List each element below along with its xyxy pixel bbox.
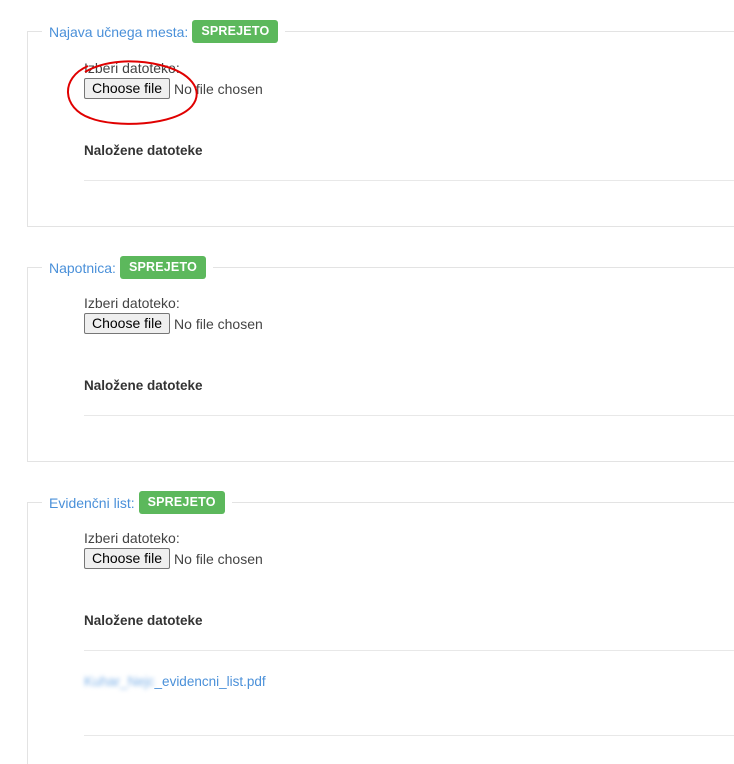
divider bbox=[84, 735, 734, 736]
filename-suffix: _evidencni_list.pdf bbox=[154, 674, 266, 689]
file-status-text: No file chosen bbox=[174, 315, 263, 332]
status-badge: SPREJETO bbox=[138, 491, 225, 514]
section-title: Najava učnega mesta: bbox=[49, 23, 189, 40]
file-input[interactable]: Choose file No file chosen bbox=[84, 78, 263, 99]
section-legend: Napotnica: SPREJETO bbox=[42, 256, 213, 279]
choose-file-button[interactable]: Choose file bbox=[84, 313, 171, 334]
uploaded-files-heading: Naložene datoteke bbox=[84, 143, 203, 158]
file-field-label: Izberi datoteko: bbox=[84, 60, 180, 76]
file-field-label: Izberi datoteko: bbox=[84, 295, 180, 311]
section-legend: Evidenčni list: SPREJETO bbox=[42, 491, 232, 514]
status-badge: SPREJETO bbox=[192, 20, 279, 43]
divider bbox=[84, 415, 734, 416]
file-status-text: No file chosen bbox=[174, 550, 263, 567]
file-field-label: Izberi datoteko: bbox=[84, 530, 180, 546]
redacted-filename-part: Kuhar_Nejc bbox=[84, 674, 155, 689]
section-napotnica: Napotnica: SPREJETO Izberi datoteko: Cho… bbox=[27, 256, 734, 462]
file-input[interactable]: Choose file No file chosen bbox=[84, 313, 263, 334]
section-title: Evidenčni list: bbox=[49, 494, 135, 511]
section-najava-ucnega-mesta: Najava učnega mesta: SPREJETO Izberi dat… bbox=[27, 20, 734, 227]
divider bbox=[84, 180, 734, 181]
choose-file-button[interactable]: Choose file bbox=[84, 548, 171, 569]
choose-file-button[interactable]: Choose file bbox=[84, 78, 171, 99]
file-input[interactable]: Choose file No file chosen bbox=[84, 548, 263, 569]
status-badge: SPREJETO bbox=[119, 256, 206, 279]
uploaded-files-heading: Naložene datoteke bbox=[84, 378, 203, 393]
file-status-text: No file chosen bbox=[174, 80, 263, 97]
uploaded-files-heading: Naložene datoteke bbox=[84, 613, 203, 628]
divider bbox=[84, 650, 734, 651]
section-title: Napotnica: bbox=[49, 259, 116, 276]
section-evidencni-list: Evidenčni list: SPREJETO Izberi datoteko… bbox=[27, 491, 734, 764]
section-legend: Najava učnega mesta: SPREJETO bbox=[42, 20, 286, 43]
uploaded-file-link[interactable]: Kuhar_Nejc_evidencni_list.pdf bbox=[84, 674, 266, 689]
